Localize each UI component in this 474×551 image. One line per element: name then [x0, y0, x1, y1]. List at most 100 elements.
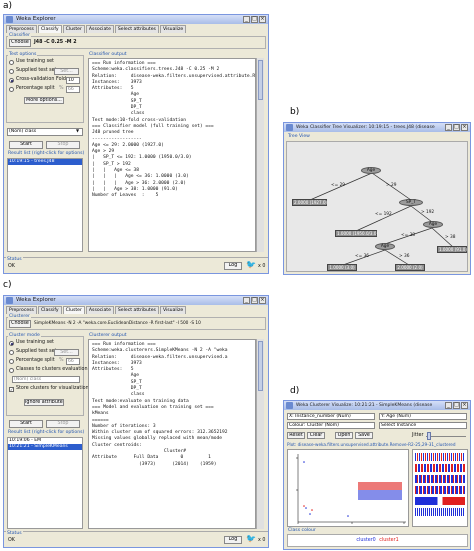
close-icon[interactable]: × [461, 402, 468, 409]
cluster0-point [347, 515, 349, 517]
output-scrollbar[interactable] [256, 339, 264, 529]
select-instance-dropdown[interactable]: Select Instance [379, 422, 467, 429]
maximize-icon[interactable]: □ [251, 297, 258, 304]
radio-use-training-set[interactable] [9, 60, 14, 65]
more-options-button[interactable]: More options... [24, 97, 64, 104]
set-button[interactable]: Set... [54, 68, 79, 75]
reset-button[interactable]: Reset [287, 432, 305, 439]
attribute-bar[interactable] [415, 497, 465, 505]
pct-label: % [59, 86, 64, 91]
ignore-attributes-button[interactable]: Ignore attributes [24, 399, 64, 406]
clusterer-value[interactable]: SimpleKMeans -N 2 -A "weka.core.Euclidea… [34, 321, 201, 326]
legend-cluster1[interactable]: cluster1 [379, 538, 398, 543]
tab-select-attributes[interactable]: Select attributes [114, 25, 159, 33]
task-count: x 0 [258, 538, 266, 543]
scrollbar-thumb[interactable] [258, 341, 263, 391]
result-list-item[interactable]: 10:19:15 - trees.J48 [8, 159, 82, 165]
percentage-input[interactable]: 66 [66, 358, 80, 365]
minimize-icon[interactable]: _ [243, 297, 250, 304]
tree-leaf[interactable]: 1.0000 (91.0) [437, 246, 467, 253]
jitter-slider[interactable] [426, 436, 466, 437]
choose-button[interactable]: Choose [9, 39, 31, 47]
result-list-item[interactable]: 10:21:21 - SimpleKMeans [8, 444, 82, 450]
save-button[interactable]: Save [355, 432, 373, 439]
output-line: (3973) (2014) (1959) [92, 461, 217, 467]
tree-leaf[interactable]: 2.0000 (1927.0) [292, 199, 327, 206]
weka-bird-icon [6, 16, 13, 23]
attribute-bar[interactable] [415, 508, 465, 516]
x-axis-select[interactable]: X: Instance_number (Num) [287, 413, 375, 420]
close-icon[interactable]: × [259, 16, 266, 23]
tab-classify[interactable]: Classify [37, 306, 62, 314]
tab-cluster[interactable]: Cluster [62, 306, 85, 314]
tab-associate[interactable]: Associate [85, 306, 114, 314]
open-button[interactable]: Open [335, 432, 353, 439]
close-icon[interactable]: × [461, 124, 468, 131]
clear-button[interactable]: Clear [307, 432, 325, 439]
tab-select-attributes[interactable]: Select attributes [114, 306, 159, 314]
tab-visualize[interactable]: Visualize [159, 306, 187, 314]
radio-percentage-split[interactable] [9, 359, 14, 364]
output-scrollbar[interactable] [256, 58, 264, 252]
classifier-output-label: Classifier output [88, 52, 128, 57]
class-select[interactable]: (Nom) class [12, 376, 80, 383]
minimize-icon[interactable]: _ [243, 16, 250, 23]
attribute-bar[interactable] [415, 486, 465, 494]
jitter-slider-thumb[interactable] [427, 432, 431, 440]
status-value: OK [8, 538, 15, 543]
choose-button[interactable]: Choose [9, 320, 31, 328]
pct-label: % [59, 358, 64, 363]
radio-cross-validation[interactable] [9, 78, 14, 83]
percentage-input[interactable]: 66 [66, 86, 80, 93]
folds-input[interactable]: 10 [66, 77, 80, 84]
attribute-bar[interactable] [415, 464, 465, 472]
tab-associate[interactable]: Associate [85, 25, 114, 33]
start-button[interactable]: Start [9, 141, 43, 149]
set-button[interactable]: Set... [54, 349, 79, 356]
radio-label: Supplied test set [16, 68, 57, 73]
minimize-icon[interactable]: _ [445, 402, 452, 409]
radio-percentage-split[interactable] [9, 87, 14, 92]
scatter-plot-area[interactable] [287, 449, 409, 527]
maximize-icon[interactable]: □ [251, 16, 258, 23]
weka-bird-icon [286, 402, 293, 409]
tree-node-sp-t[interactable]: SP_T [399, 199, 423, 206]
radio-supplied-test-set[interactable] [9, 69, 14, 74]
tab-preprocess[interactable]: Preprocess [6, 25, 37, 33]
tree-leaf[interactable]: 1.0000 (3.0) [327, 264, 357, 271]
radio-classes-to-clusters[interactable] [9, 368, 14, 373]
tree-node-root[interactable]: Age [361, 167, 381, 174]
y-axis-select[interactable]: Y: Age (Num) [379, 413, 467, 420]
tree-node-age[interactable]: Age [423, 221, 443, 228]
close-icon[interactable]: × [259, 297, 266, 304]
stop-button[interactable]: Stop [46, 141, 80, 149]
class-select[interactable]: (Nom) class [7, 128, 83, 136]
log-button[interactable]: Log [224, 536, 242, 544]
tree-leaf[interactable]: 2.0000 (2.0) [395, 264, 425, 271]
scrollbar-thumb[interactable] [258, 60, 263, 100]
result-list: 10:19:06 - EM 10:21:21 - SimpleKMeans [7, 437, 83, 529]
store-clusters-checkbox[interactable]: ✓ [9, 387, 14, 392]
stop-button[interactable]: Stop [46, 420, 80, 428]
tab-cluster[interactable]: Cluster [62, 25, 85, 33]
legend-cluster0[interactable]: cluster0 [356, 538, 375, 543]
tab-classify[interactable]: Classify [37, 25, 62, 33]
log-button[interactable]: Log [224, 262, 242, 270]
radio-label: Cross-validation [16, 77, 55, 82]
tab-preprocess[interactable]: Preprocess [6, 306, 37, 314]
radio-use-training-set[interactable] [9, 341, 14, 346]
colour-select[interactable]: Colour: Cluster (Nom) [287, 422, 375, 429]
tree-node-age[interactable]: Age [375, 243, 395, 250]
tab-visualize[interactable]: Visualize [159, 25, 187, 33]
result-list-label: Result list (right-click for options) [8, 430, 85, 435]
tree-leaf[interactable]: 1.0000 (1950.0/3.0) [335, 230, 378, 237]
maximize-icon[interactable]: □ [453, 402, 460, 409]
tree-canvas[interactable]: Age <= 29 > 29 2.0000 (1927.0) SP_T <= 1… [286, 141, 468, 272]
classifier-value[interactable]: J48 -C 0.25 -M 2 [34, 40, 77, 45]
maximize-icon[interactable]: □ [453, 124, 460, 131]
start-button[interactable]: Start [9, 420, 43, 428]
minimize-icon[interactable]: _ [445, 124, 452, 131]
attribute-bar[interactable] [415, 475, 465, 483]
radio-supplied-test-set[interactable] [9, 350, 14, 355]
attribute-bar[interactable] [415, 453, 465, 461]
